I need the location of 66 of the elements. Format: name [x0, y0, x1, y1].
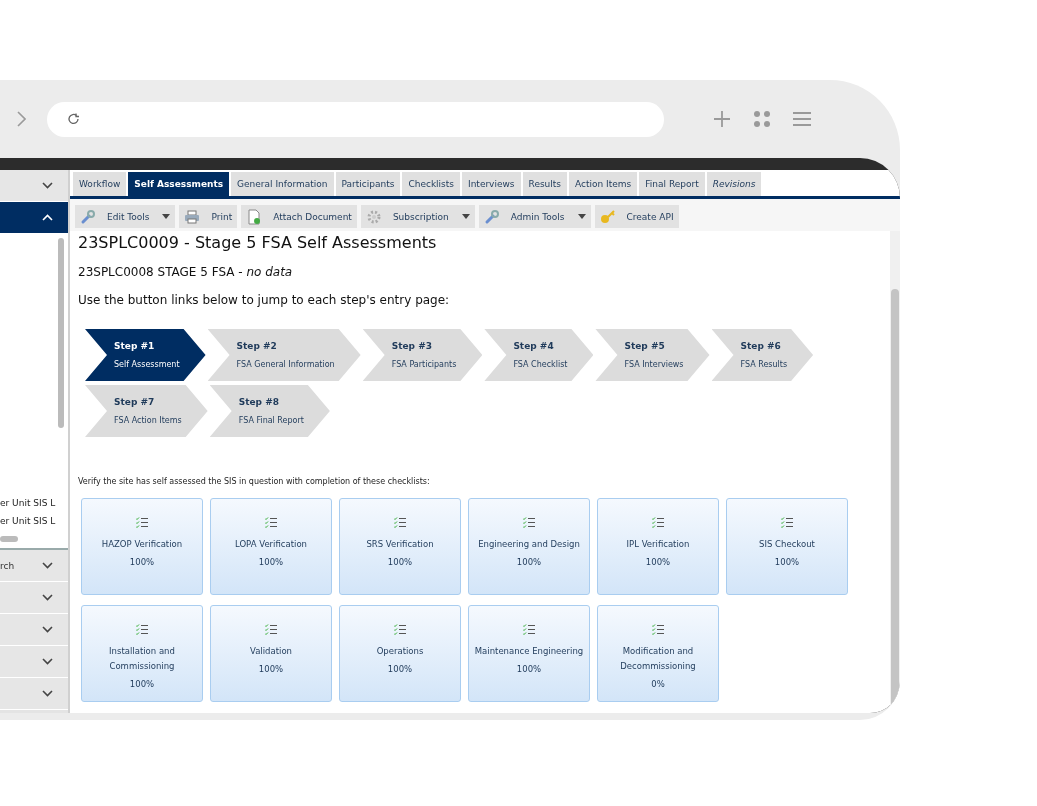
- checklist-card[interactable]: Engineering and Design 100%: [468, 498, 590, 595]
- tab[interactable]: Workflow: [73, 172, 127, 196]
- toolbar-button[interactable]: Subscription: [360, 205, 475, 228]
- checklist-card[interactable]: Validation 100%: [210, 605, 332, 702]
- reload-icon[interactable]: [67, 112, 81, 126]
- checklist-icon: [652, 624, 664, 635]
- scrollbar-thumb[interactable]: [0, 536, 18, 542]
- step-link[interactable]: Step #4 FSA Checklist: [484, 329, 594, 381]
- checklist-icon: [523, 624, 535, 635]
- document-icon: [246, 208, 263, 225]
- checklist-card[interactable]: IPL Verification 100%: [597, 498, 719, 595]
- checklist-card[interactable]: HAZOP Verification 100%: [81, 498, 203, 595]
- checklist-icon: [136, 624, 148, 635]
- toolbar-button[interactable]: Admin Tools: [478, 205, 591, 228]
- tab[interactable]: Interviews: [462, 172, 521, 196]
- scrollbar-thumb[interactable]: [58, 238, 64, 428]
- checklist-icon: [781, 517, 793, 528]
- checklist-card[interactable]: SIS Checkout 100%: [726, 498, 848, 595]
- sidebar-item[interactable]: er Unit SIS L: [0, 498, 56, 508]
- record-subtitle: 23SPLC0008 STAGE 5 FSA - no data: [78, 265, 294, 279]
- checklist-card[interactable]: Installation and Commissioning 100%: [81, 605, 203, 702]
- sidebar-item[interactable]: er Unit SIS L: [0, 516, 56, 526]
- tab[interactable]: General Information: [231, 172, 334, 196]
- menu-icon[interactable]: [792, 111, 812, 127]
- sidebar-section[interactable]: [0, 202, 68, 234]
- checklist-card[interactable]: Operations 100%: [339, 605, 461, 702]
- instruction-text: Use the button links below to jump to each step's entry page:: [78, 293, 451, 307]
- step-link[interactable]: Step #6 FSA Results: [711, 329, 814, 381]
- checklist-card[interactable]: Modification and Decommissioning 0%: [597, 605, 719, 702]
- tab[interactable]: Revisions: [706, 172, 762, 196]
- checklist-icon: [394, 624, 406, 635]
- tab[interactable]: Checklists: [402, 172, 460, 196]
- page-title: 23SPLC0009 - Stage 5 FSA Self Assessments: [78, 233, 438, 252]
- caret-icon: [461, 214, 470, 219]
- forward-icon[interactable]: [16, 111, 26, 127]
- checklist-icon: [136, 517, 148, 528]
- key-icon: [599, 208, 616, 225]
- checklist-icon: [523, 517, 535, 528]
- toolbar-button[interactable]: Edit Tools: [75, 205, 176, 228]
- toolbar-button[interactable]: Create API: [594, 205, 679, 228]
- tab[interactable]: Results: [522, 172, 568, 196]
- step-link[interactable]: Step #1 Self Assessment: [85, 329, 206, 381]
- printer-icon: [184, 208, 201, 225]
- grid-icon[interactable]: [753, 110, 771, 128]
- step-link[interactable]: Step #3 FSA Participants: [362, 329, 483, 381]
- checklist-icon: [265, 517, 277, 528]
- toolbar-button[interactable]: Attach Document: [241, 205, 357, 228]
- tab[interactable]: Final Report: [639, 172, 705, 196]
- toolbar-button[interactable]: Print: [179, 205, 238, 228]
- checklist-icon: [265, 624, 277, 635]
- checklist-icon: [652, 517, 664, 528]
- step-link[interactable]: Step #7 FSA Action Items: [85, 385, 208, 437]
- tab[interactable]: Self Assessments: [128, 172, 230, 196]
- checklist-icon: [394, 517, 406, 528]
- caret-icon: [162, 214, 171, 219]
- step-link[interactable]: Step #2 FSA General Information: [207, 329, 361, 381]
- tab[interactable]: Action Items: [569, 172, 638, 196]
- plus-icon[interactable]: [712, 109, 732, 129]
- checklist-card[interactable]: LOPA Verification 100%: [210, 498, 332, 595]
- checklist-card[interactable]: SRS Verification 100%: [339, 498, 461, 595]
- step-link[interactable]: Step #5 FSA Interviews: [595, 329, 710, 381]
- caret-icon: [577, 214, 586, 219]
- instruction-text: Verify the site has self assessed the SIS in question with completion of these checklists:: [78, 477, 431, 486]
- tab[interactable]: Participants: [335, 172, 401, 196]
- checklist-card[interactable]: Maintenance Engineering 100%: [468, 605, 590, 702]
- step-link[interactable]: Step #8 FSA Final Report: [209, 385, 330, 437]
